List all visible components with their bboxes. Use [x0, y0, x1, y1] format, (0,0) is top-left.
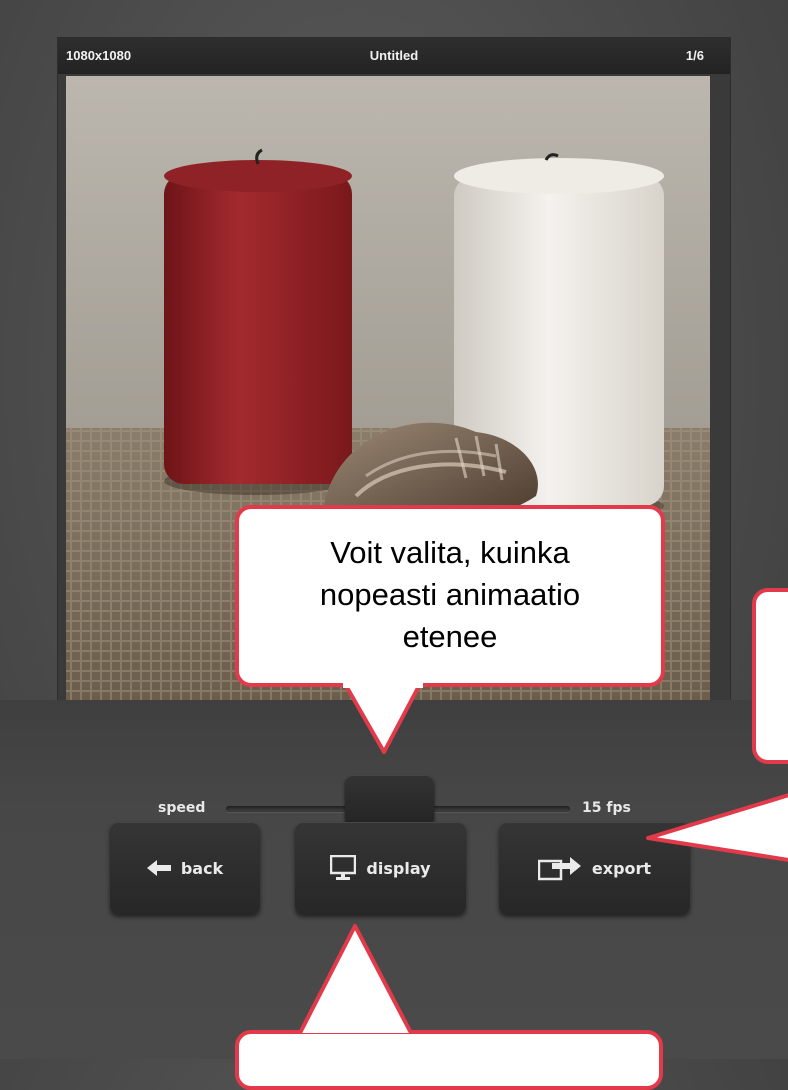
- speed-callout-line-1: Voit valita, kuinka: [330, 535, 570, 570]
- display-button[interactable]: display: [295, 822, 466, 914]
- preview-header: 1080x1080 Untitled 1/6: [58, 38, 730, 74]
- display-callout: [235, 1030, 663, 1090]
- export-callout: [752, 588, 788, 764]
- export-button[interactable]: export: [499, 822, 690, 914]
- speed-callout: Voit valita, kuinka nopeasti animaatio e…: [235, 505, 665, 687]
- display-button-label: display: [366, 858, 431, 878]
- back-button[interactable]: back: [110, 822, 260, 914]
- speed-callout-line-3: etenee: [402, 619, 498, 654]
- speed-label: speed: [158, 800, 206, 816]
- fps-value-label: 15 fps: [582, 800, 631, 816]
- frame-counter: 1/6: [685, 48, 704, 63]
- export-button-label: export: [591, 858, 652, 878]
- back-arrow-icon: [146, 860, 171, 876]
- monitor-icon: [330, 855, 357, 881]
- project-title: Untitled: [369, 48, 419, 63]
- export-icon: [537, 855, 582, 881]
- speed-slider-thumb[interactable]: [345, 775, 434, 826]
- back-button-label: back: [180, 858, 224, 878]
- speed-callout-line-2: nopeasti animaatio: [319, 577, 581, 612]
